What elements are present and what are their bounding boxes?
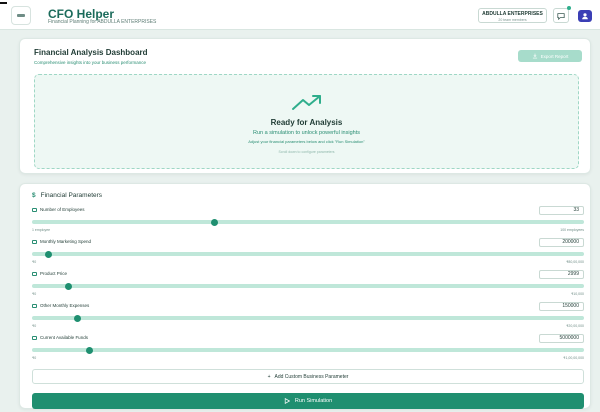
- range-min: ₹0: [32, 292, 37, 296]
- avatar[interactable]: [578, 10, 592, 22]
- run-simulation-button[interactable]: Run Simulation: [32, 393, 584, 409]
- param-employees: Number of Employees 33 1 employee 100 em…: [32, 206, 584, 236]
- export-report-button[interactable]: Export Report: [518, 50, 582, 62]
- product-price-slider[interactable]: [32, 282, 584, 290]
- marketing-spend-input[interactable]: 200000: [539, 238, 584, 247]
- range-max: ₹80,00,000: [566, 260, 584, 264]
- param-other-expenses: Other Monthly Expenses 150000 ₹0 ₹20,00,…: [32, 302, 584, 332]
- range-min: 1 employee: [32, 228, 51, 232]
- trending-up-icon: [292, 95, 321, 110]
- param-marketing-spend: Monthly Marketing Spend 200000 ₹0 ₹80,00…: [32, 238, 584, 268]
- dashboard-card: Financial Analysis Dashboard Comprehensi…: [19, 38, 591, 174]
- slider-thumb[interactable]: [210, 218, 218, 226]
- run-simulation-label: Run Simulation: [294, 398, 333, 404]
- add-parameter-label: Add Custom Business Parameter: [274, 373, 349, 380]
- param-label: Number of Employees: [40, 207, 85, 212]
- range-max: 100 employees: [560, 228, 584, 232]
- ready-message: Run a simulation to unlock powerful insi…: [252, 130, 360, 136]
- parameters-heading: $ Financial Parameters: [32, 192, 102, 199]
- export-label: Export Report: [540, 53, 569, 59]
- range-max: ₹10,000: [571, 292, 584, 296]
- app-logo[interactable]: [11, 6, 31, 25]
- param-product-price: Product Price 2999 ₹0 ₹10,000: [32, 270, 584, 300]
- play-icon: [284, 398, 290, 404]
- param-label: Product Price: [40, 271, 68, 276]
- range-min: ₹0: [32, 356, 37, 360]
- ready-instruction: Adjust your financial parameters below a…: [248, 139, 365, 144]
- product-price-input[interactable]: 2999: [539, 270, 584, 279]
- range-max: ₹20,00,000: [566, 324, 584, 328]
- other-expenses-input[interactable]: 150000: [539, 302, 584, 311]
- param-label: Other Monthly Expenses: [40, 303, 90, 308]
- users-icon: [32, 207, 37, 212]
- download-icon: [532, 53, 537, 59]
- range-min: ₹0: [32, 260, 37, 264]
- cart-icon: [32, 271, 37, 276]
- param-label: Monthly Marketing Spend: [40, 239, 92, 244]
- dashboard-subtitle: Comprehensive insights into your busines…: [34, 60, 147, 65]
- slider-thumb[interactable]: [74, 314, 82, 322]
- app-subtitle: Financial Planning for ABDULLA ENTERPRIS…: [48, 19, 157, 25]
- company-name: ABDULLA ENTERPRISES: [482, 11, 543, 17]
- user-icon: [582, 13, 588, 20]
- param-available-funds: Current Available Funds 5000000 ₹0 ₹1,00…: [32, 334, 584, 364]
- top-bar: CFO Helper Financial Planning for ABDULL…: [0, 0, 600, 30]
- company-meta: 20 team members: [498, 18, 527, 22]
- notification-dot: [567, 6, 571, 10]
- slider-thumb[interactable]: [45, 250, 53, 258]
- plus-icon: +: [267, 373, 271, 380]
- card-icon: [32, 303, 37, 308]
- range-min: ₹0: [32, 324, 37, 328]
- dollar-icon: [32, 335, 37, 340]
- available-funds-input[interactable]: 5000000: [539, 334, 584, 343]
- logo-icon: [17, 14, 25, 17]
- corner-mark: [0, 2, 7, 4]
- dollar-icon: $: [32, 192, 36, 199]
- chat-icon: [557, 12, 565, 20]
- marketing-spend-slider[interactable]: [32, 250, 584, 258]
- dashboard-title: Financial Analysis Dashboard: [34, 48, 148, 57]
- range-max: ₹1,00,00,000: [563, 356, 584, 360]
- available-funds-slider[interactable]: [32, 346, 584, 354]
- slider-thumb[interactable]: [86, 346, 94, 354]
- parameters-card: $ Financial Parameters Number of Employe…: [19, 183, 591, 409]
- company-badge[interactable]: ABDULLA ENTERPRISES 20 team members: [478, 8, 547, 23]
- employees-slider[interactable]: [32, 218, 584, 226]
- slider-thumb[interactable]: [65, 282, 73, 290]
- chart-icon: [32, 239, 37, 244]
- employees-input[interactable]: 33: [539, 206, 584, 215]
- ready-panel: Ready for Analysis Run a simulation to u…: [34, 74, 579, 169]
- other-expenses-slider[interactable]: [32, 314, 584, 322]
- ready-hint: Scroll down to configure parameters: [278, 150, 335, 154]
- param-label: Current Available Funds: [40, 335, 88, 340]
- ready-title: Ready for Analysis: [270, 118, 343, 127]
- add-parameter-button[interactable]: + Add Custom Business Parameter: [32, 369, 584, 384]
- chat-button[interactable]: [553, 8, 569, 23]
- parameters-title: Financial Parameters: [40, 192, 103, 199]
